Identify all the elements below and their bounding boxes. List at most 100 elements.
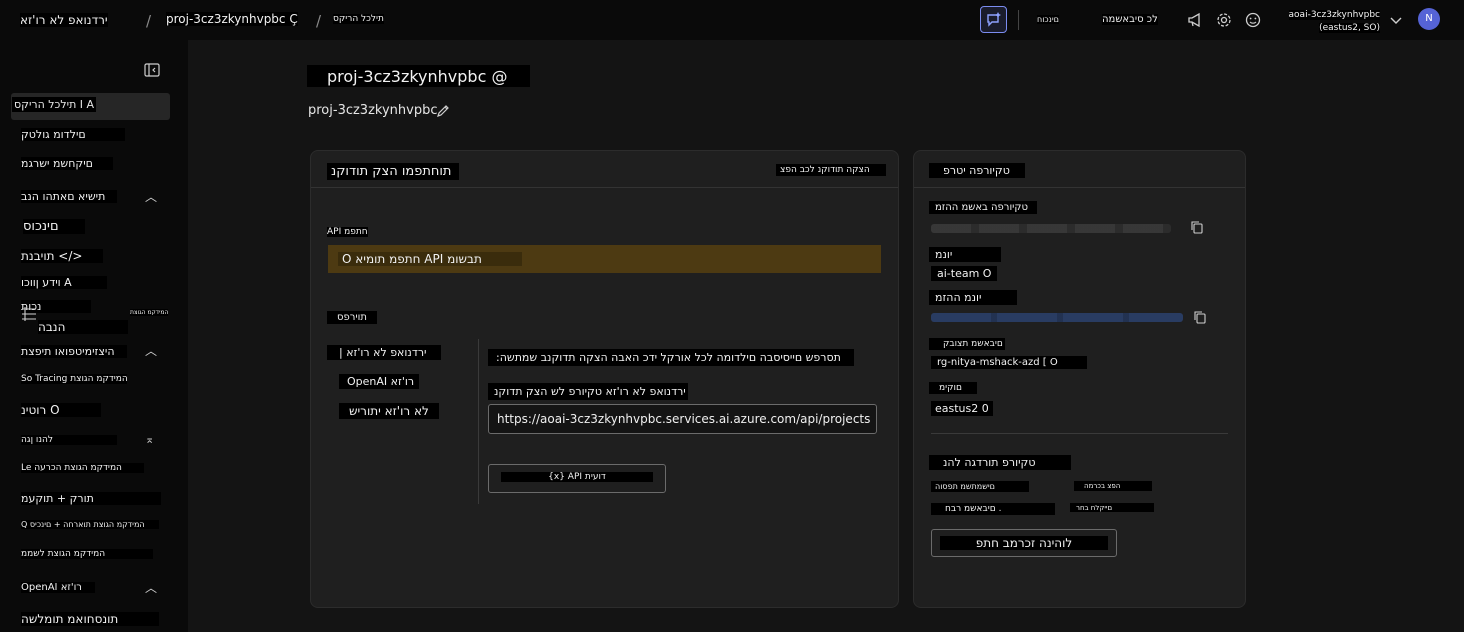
megaphone-icon: [1188, 12, 1200, 28]
collapse-sidebar-button[interactable]: [144, 63, 160, 77]
sidebar-item-playgrounds[interactable]: םיקחשמ ישרגמ: [21, 157, 113, 170]
project-settings-title: טקיורפ תורדגה להנ: [929, 455, 1071, 470]
copy-subscription-id-button[interactable]: [1194, 311, 1206, 324]
toolbar-divider: [1018, 10, 1019, 30]
account-region: (eastus2, SO): [1319, 23, 1380, 33]
feedback-button[interactable]: [1244, 11, 1262, 29]
chip-add-users[interactable]: םישמתשמ תפסוה: [931, 481, 1029, 492]
account-dropdown[interactable]: [1388, 12, 1404, 28]
owner-value: ai-team O: [931, 266, 998, 281]
api-key-banner-text: O חתפמ תומיא API תבשומ: [338, 252, 522, 266]
sidebar-item-agents[interactable]: םינכוס: [23, 219, 85, 234]
details-card-title: טקיורפה יטרפ: [929, 163, 1025, 178]
breadcrumb-project-suffix: Ç: [289, 12, 298, 26]
top-bar: ירדנואפ לא רו'זא / proj-3cz3zkynhvpbc Ç …: [0, 0, 1464, 40]
endpoints-card-title: תוחתפמו הצק תודוקנ: [327, 163, 459, 180]
chevron-up-icon[interactable]: ︿: [145, 342, 157, 359]
card-divider: [914, 187, 1245, 188]
endpoint-label: ירדנואפ לא רו'זא טקיורפ לש הצק תדוקנ: [488, 383, 688, 400]
tab-azure-ai-services[interactable]: לא רו'זא יתוריש: [339, 403, 439, 419]
chevron-up-icon[interactable]: ︿: [145, 579, 157, 596]
sidebar-item-evaluation[interactable]: Le המידקמ הגוצת הכרעה: [21, 463, 144, 473]
sparkle-chat-icon: [987, 12, 1001, 27]
page-title: proj-3cz3zkynhvpbc @: [307, 65, 530, 87]
tab-azure-ai-foundry[interactable]: | ירדנואפ לא רו'זא: [327, 345, 441, 360]
main-content: proj-3cz3zkynhvpbc @ proj-3cz3zkynhvpbc …: [188, 40, 1464, 632]
breadcrumb-project[interactable]: proj-3cz3zkynhvpbc Ç: [166, 12, 298, 26]
resource-group-value[interactable]: rg-nitya-mshack-azd [ O: [931, 356, 1087, 369]
chip-view-components[interactable]: הפצ בכרמה: [1074, 481, 1152, 491]
chevron-up-icon[interactable]: ⌅: [145, 433, 154, 446]
copilot-button[interactable]: [980, 6, 1007, 33]
api-key-banner: O חתפמ תומיא API תבשומ: [328, 245, 881, 273]
gear-icon: [1217, 13, 1231, 27]
list-icon: [21, 307, 37, 321]
section-divider: [931, 433, 1228, 434]
sidebar-item-templates[interactable]: תויבנת </>: [21, 249, 103, 263]
project-id-value: [931, 224, 1171, 233]
tabs-divider: [478, 339, 479, 504]
chevron-up-icon[interactable]: ︿: [145, 188, 157, 205]
settings-button[interactable]: [1215, 11, 1233, 29]
copy-icon: [1194, 311, 1206, 324]
sidebar-item-stored-completions[interactable]: תונסחואמ תומלשה: [21, 612, 159, 626]
breadcrumb-page[interactable]: תילכל הריקס: [333, 14, 384, 24]
open-management-center-label: לוהינה זכרמב חתפ: [940, 536, 1108, 550]
view-all-endpoints-link[interactable]: הצקה תודוקנ לכב הפצ: [776, 164, 886, 176]
sidebar-item-overview[interactable]: תילכל הריקס I A: [11, 93, 170, 120]
sidebar-item-model-catalog[interactable]: םילדומ גולטק: [21, 128, 125, 141]
sidebar-item-governance[interactable]: המידקמ הגוצת לשממ: [21, 549, 153, 559]
location-label: םוקימ: [929, 382, 977, 394]
libraries-label: תוירפס: [327, 311, 377, 324]
sidebar-section-observe[interactable]: היצזימיטפואו תיפצת: [21, 345, 127, 358]
sidebar-item-protect-govern[interactable]: להנו ןגה: [21, 435, 117, 445]
location-value: eastus2 0: [931, 401, 993, 416]
smiley-icon: [1245, 12, 1261, 28]
endpoint-instruction: :תסרפש םייסיסבה םילדומה לכל אורקל ידכ הא…: [488, 349, 854, 366]
api-key-label: API חתפמ: [327, 227, 368, 237]
project-name: proj-3cz3zkynhvpbc: [308, 103, 438, 118]
subscription-id-label: יונמ ההזמ: [929, 290, 1017, 305]
sidebar-section-build[interactable]: תישיא םאתהו הנב: [21, 190, 117, 203]
preview-tag: המידקמ הגוצת: [130, 309, 169, 316]
sidebar-item-tracing[interactable]: So Tracing המידקמ הגוצת: [21, 374, 128, 384]
sidebar: תילכל הריקס I A םילדומ גולטק םיקחשמ ישרג…: [0, 40, 188, 632]
sidebar-item-fine-tuning[interactable]: וידע ןווכו A: [21, 276, 107, 289]
sidebar-item-build[interactable]: הנבה: [38, 320, 128, 334]
tab-azure-openai[interactable]: OpenAI רו'זא: [339, 374, 419, 389]
chip-expand[interactable]: םייקלח בחר: [1070, 503, 1154, 512]
edit-name-button[interactable]: [436, 104, 450, 118]
resource-group-label: םיבאשמ תצובק: [929, 338, 1005, 350]
chevron-down-icon: [1390, 17, 1402, 24]
pencil-icon: [437, 105, 449, 117]
announcements-button[interactable]: [1186, 11, 1204, 29]
breadcrumb-separator: /: [316, 12, 322, 30]
avatar[interactable]: N: [1418, 8, 1440, 30]
sidebar-item-label: תילכל הריקס I A: [12, 97, 97, 112]
card-divider: [311, 187, 898, 188]
endpoints-card: תוחתפמו הצק תודוקנ הצקה תודוקנ לכב הפצ A…: [310, 150, 899, 608]
account-name: aoai-3cz3zkynhvpbc: [1288, 10, 1380, 20]
sidebar-item-monitoring[interactable]: רוטינ O: [21, 403, 101, 417]
preview-features-link[interactable]: םינכוח: [1037, 15, 1059, 24]
account-switcher[interactable]: aoai-3cz3zkynhvpbc (eastus2, SO): [1278, 7, 1380, 33]
copy-icon: [1191, 221, 1203, 234]
subscription-id-value: [931, 313, 1183, 322]
project-id-label: טקיורפה באשמ ההזמ: [929, 201, 1037, 214]
brand-link[interactable]: ירדנואפ לא רו'זא: [20, 13, 108, 27]
project-details-card: טקיורפה יטרפ טקיורפה באשמ ההזמ יונמ ai-t…: [913, 150, 1246, 608]
copy-project-id-button[interactable]: [1191, 221, 1203, 234]
sidebar-item-risks-alerts[interactable]: Q המידקמ הגוצת תוארחה + םינכיס: [21, 520, 159, 529]
owner-label: יונמ: [929, 247, 1001, 262]
sidebar-section-azure-openai[interactable]: OpenAI רו'זא: [21, 582, 95, 593]
endpoint-url-field[interactable]: https://aoai-3cz3zkynhvpbc.services.ai.a…: [488, 404, 877, 434]
sidebar-item-guardrails[interactable]: תורק + תוקעמ: [21, 492, 161, 505]
chip-connect-resources[interactable]: םיבאשמ רבח .: [931, 503, 1055, 515]
all-resources-link[interactable]: לכ סיבאשמה: [1102, 14, 1158, 25]
api-docs-button-label: {x} API דועית: [501, 472, 653, 482]
breadcrumb-project-label: proj-3cz3zkynhvpbc: [166, 12, 286, 26]
open-management-center-button[interactable]: לוהינה זכרמב חתפ: [931, 529, 1117, 557]
breadcrumb-separator: /: [146, 12, 152, 30]
collapse-sidebar-icon: [144, 63, 160, 77]
api-docs-button[interactable]: {x} API דועית: [488, 464, 666, 493]
